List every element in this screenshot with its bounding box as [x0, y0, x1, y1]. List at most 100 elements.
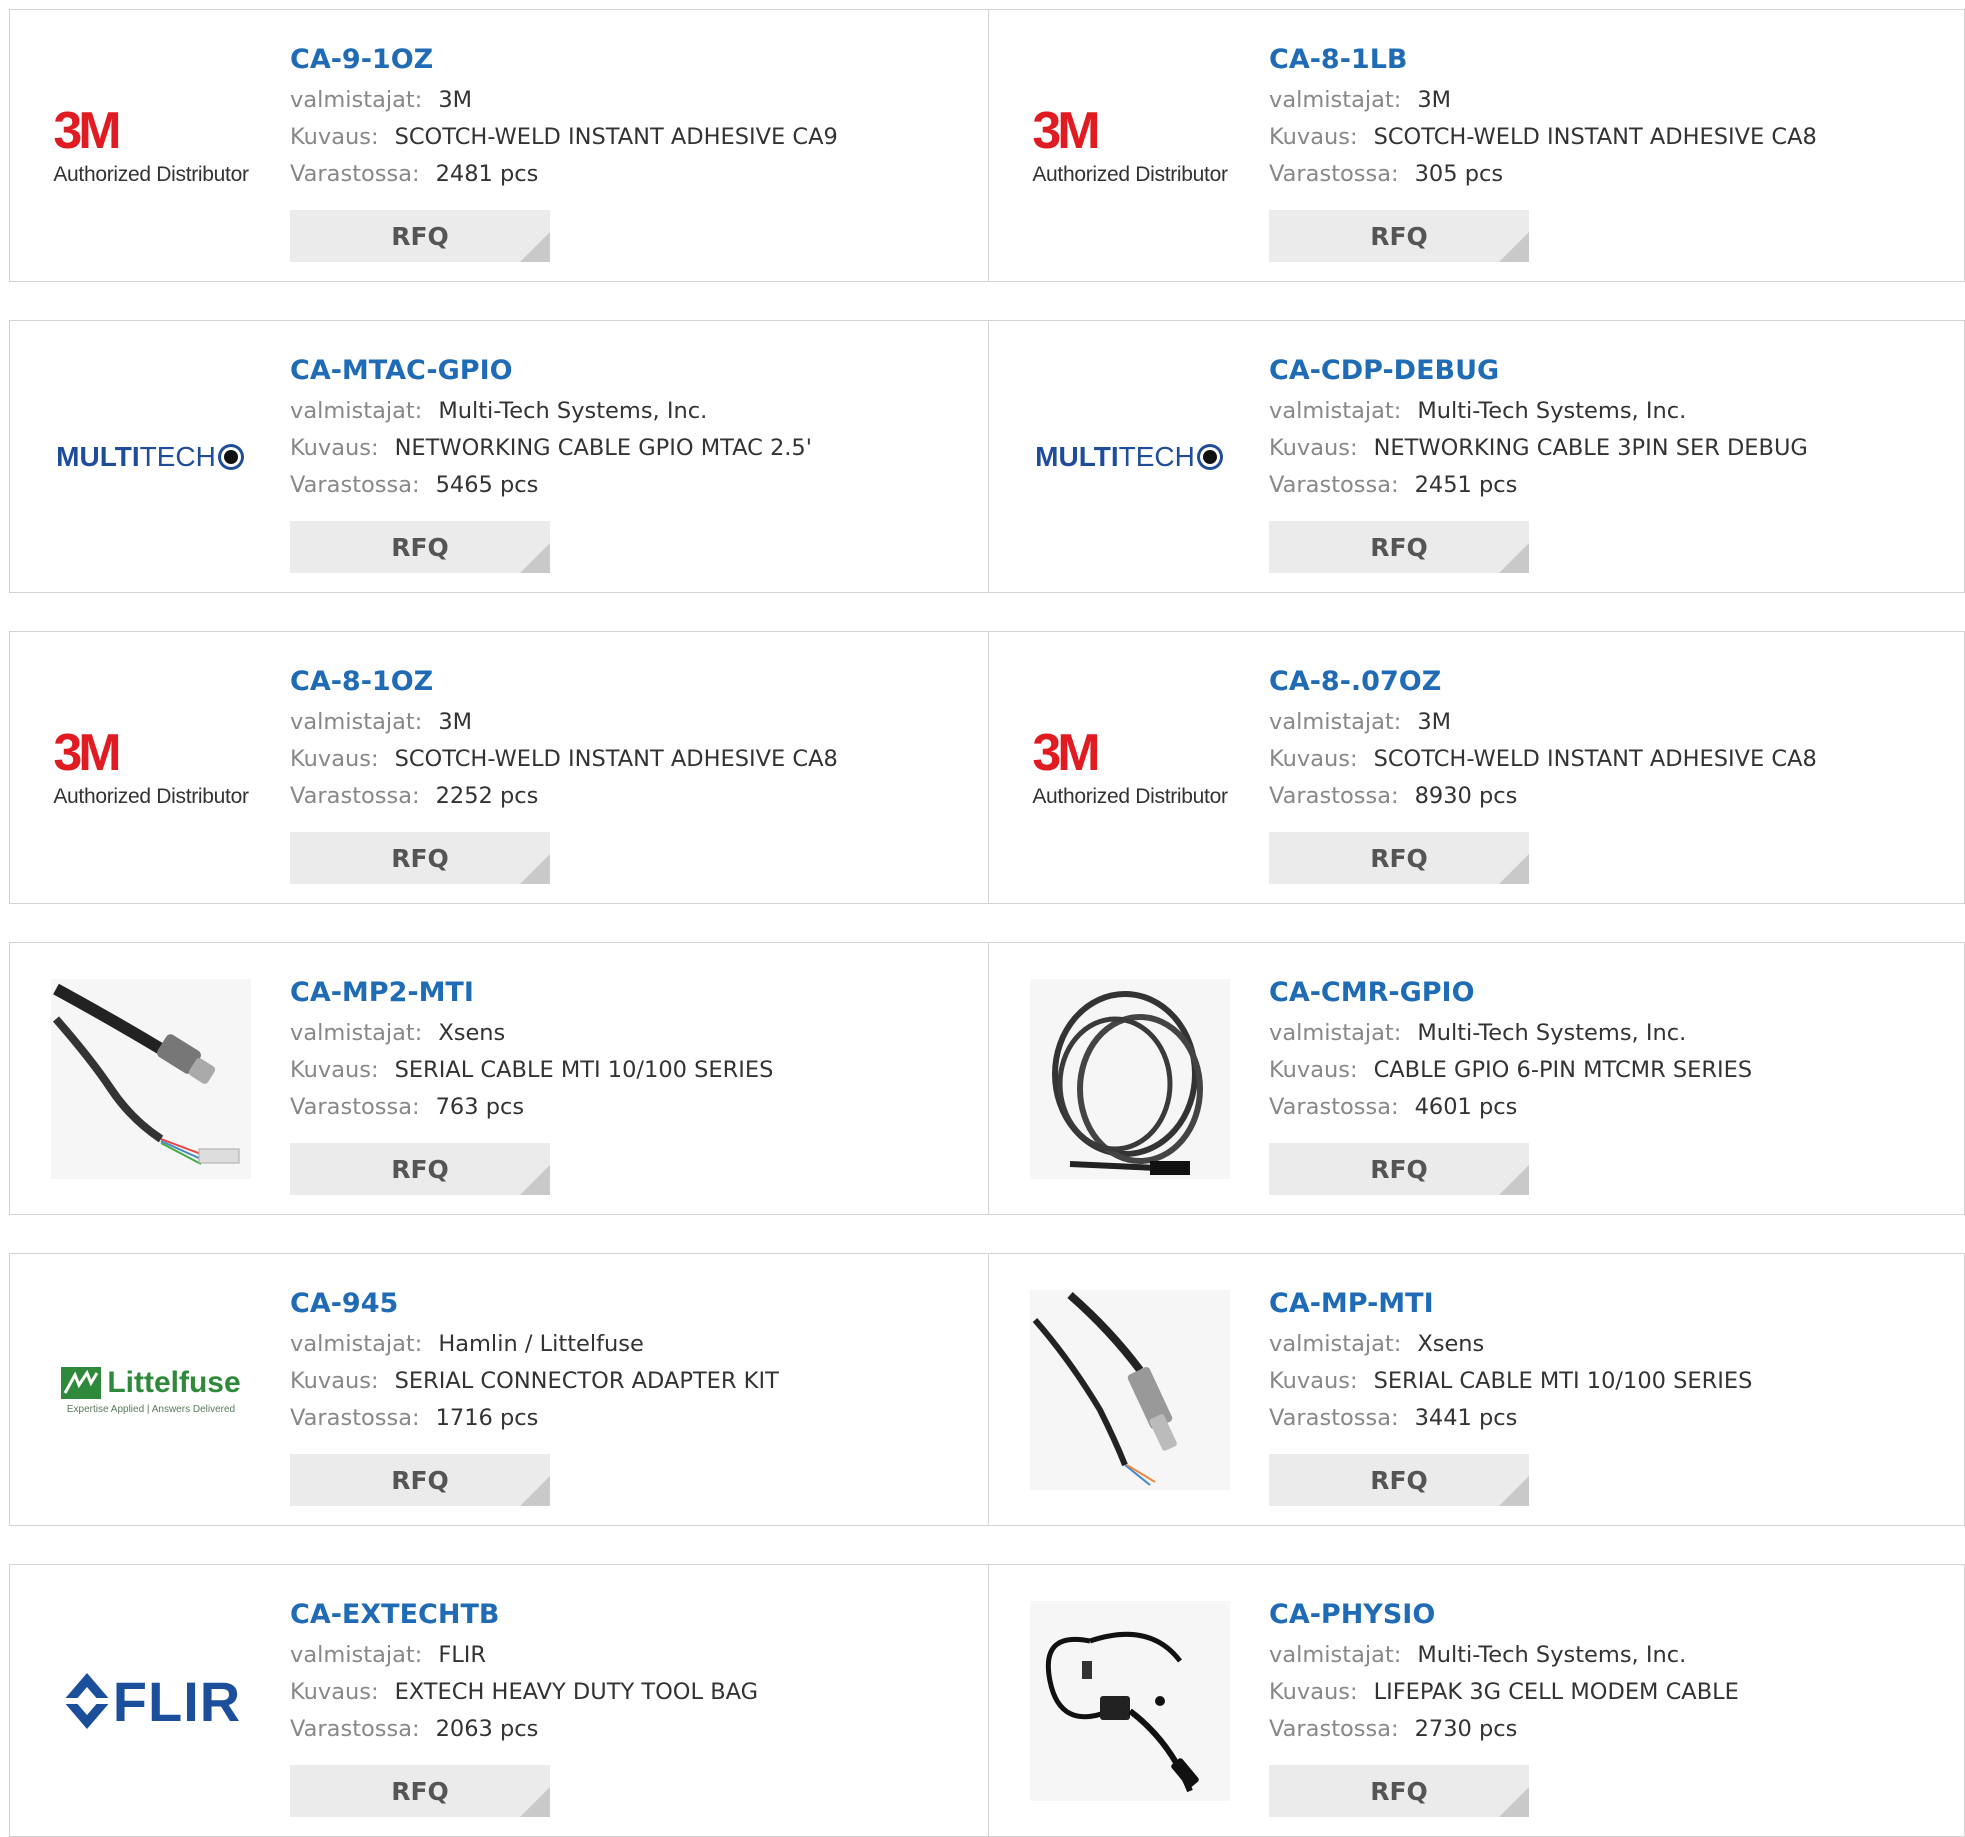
target-circle-icon — [1196, 444, 1223, 470]
description-label: Kuvaus: — [290, 746, 379, 772]
description-value: SCOTCH-WELD INSTANT ADHESIVE CA9 — [394, 124, 838, 150]
description-label: Kuvaus: — [1269, 435, 1358, 461]
rfq-button[interactable]: RFQ — [290, 521, 550, 573]
rfq-label: RFQ — [1370, 532, 1428, 562]
3m-logo[interactable]: 3M Authorized Distributor — [1029, 45, 1231, 247]
manufacturer-label: valmistajat: — [290, 709, 423, 735]
rfq-button[interactable]: RFQ — [290, 1765, 550, 1817]
rfq-button[interactable]: RFQ — [290, 1454, 550, 1506]
part-number-link[interactable]: CA-CDP-DEBUG — [1269, 349, 1808, 393]
description-line: Kuvaus: SERIAL CONNECTOR ADAPTER KIT — [290, 1363, 779, 1400]
multitech-wordmark-multi: MULTI — [56, 441, 140, 472]
rfq-button[interactable]: RFQ — [290, 832, 550, 884]
part-number-link[interactable]: CA-945 — [290, 1282, 779, 1326]
stock-value: 4601 pcs — [1414, 1094, 1518, 1120]
product-card: CA-MP2-MTI valmistajat: Xsens Kuvaus: SERIAL… — [10, 943, 987, 1214]
stock-value: 5465 pcs — [435, 472, 539, 498]
description-value: SERIAL CABLE MTI 10/100 SERIES — [394, 1057, 774, 1083]
cable-photo-b[interactable] — [1029, 1289, 1231, 1491]
part-number-link[interactable]: CA-8-1LB — [1269, 38, 1817, 82]
stock-label: Varastossa: — [290, 472, 420, 498]
manufacturer-value: Xsens — [1417, 1331, 1485, 1357]
part-number-link[interactable]: CA-PHYSIO — [1269, 1593, 1739, 1637]
product-card: 3M Authorized Distributor CA-9-1OZ valmista… — [10, 10, 987, 281]
product-info: CA-9-1OZ valmistajat: 3M Kuvaus: SCOTCH-WELD… — [290, 38, 838, 193]
flir-logo[interactable]: FLIR — [50, 1600, 252, 1802]
part-number-link[interactable]: CA-EXTECHTB — [290, 1593, 758, 1637]
cable-photo-a[interactable] — [50, 978, 252, 1180]
description-line: Kuvaus: NETWORKING CABLE GPIO MTAC 2.5' — [290, 430, 812, 467]
rfq-button[interactable]: RFQ — [290, 1143, 550, 1195]
stock-line: Varastossa: 4601 pcs — [1269, 1089, 1752, 1126]
manufacturer-line: valmistajat: 3M — [290, 704, 838, 741]
part-number-link[interactable]: CA-8-1OZ — [290, 660, 838, 704]
description-value: CABLE GPIO 6-PIN MTCMR SERIES — [1373, 1057, 1753, 1083]
stock-label: Varastossa: — [1269, 472, 1399, 498]
description-line: Kuvaus: SCOTCH-WELD INSTANT ADHESIVE CA8 — [1269, 119, 1817, 156]
3m-logo[interactable]: 3M Authorized Distributor — [50, 667, 252, 869]
modem-cable-image — [1030, 1601, 1230, 1801]
manufacturer-line: valmistajat: 3M — [1269, 704, 1817, 741]
part-number-link[interactable]: CA-MP-MTI — [1269, 1282, 1752, 1326]
rfq-button[interactable]: RFQ — [1269, 521, 1529, 573]
product-info: CA-945 valmistajat: Hamlin / Littelfuse Kuv… — [290, 1282, 779, 1437]
coiled-cable-image — [1030, 979, 1230, 1179]
manufacturer-line: valmistajat: 3M — [1269, 82, 1817, 119]
manufacturer-line: valmistajat: Hamlin / Littelfuse — [290, 1326, 779, 1363]
description-label: Kuvaus: — [1269, 1679, 1358, 1705]
part-number-link[interactable]: CA-MP2-MTI — [290, 971, 773, 1015]
cable-photo-image — [51, 979, 251, 1179]
coiled-cable-photo[interactable] — [1029, 978, 1231, 1180]
multitech-logo[interactable]: MULTI TECH — [50, 356, 252, 558]
manufacturer-label: valmistajat: — [290, 1331, 423, 1357]
littelfuse-wordmark: Littelfuse — [107, 1365, 241, 1399]
stock-label: Varastossa: — [1269, 783, 1399, 809]
corner-triangle-icon — [520, 1165, 550, 1195]
3m-logo[interactable]: 3M Authorized Distributor — [50, 45, 252, 247]
multitech-logo[interactable]: MULTI TECH — [1029, 356, 1231, 558]
part-number-link[interactable]: CA-8-.07OZ — [1269, 660, 1817, 704]
modem-cable-photo[interactable] — [1029, 1600, 1231, 1802]
part-number-link[interactable]: CA-CMR-GPIO — [1269, 971, 1752, 1015]
rfq-label: RFQ — [391, 532, 449, 562]
manufacturer-value: Multi-Tech Systems, Inc. — [1417, 1642, 1687, 1668]
manufacturer-line: valmistajat: Xsens — [290, 1015, 773, 1052]
stock-label: Varastossa: — [1269, 1716, 1399, 1742]
product-card: CA-MP-MTI valmistajat: Xsens Kuvaus: SERIAL … — [988, 1254, 1965, 1525]
description-line: Kuvaus: SCOTCH-WELD INSTANT ADHESIVE CA8 — [290, 741, 838, 778]
description-label: Kuvaus: — [290, 1368, 379, 1394]
manufacturer-value: Hamlin / Littelfuse — [438, 1331, 644, 1357]
description-line: Kuvaus: SERIAL CABLE MTI 10/100 SERIES — [1269, 1363, 1752, 1400]
stock-value: 8930 pcs — [1414, 783, 1518, 809]
description-label: Kuvaus: — [1269, 124, 1358, 150]
stock-label: Varastossa: — [1269, 161, 1399, 187]
stock-value: 305 pcs — [1414, 161, 1504, 187]
manufacturer-line: valmistajat: Xsens — [1269, 1326, 1752, 1363]
rfq-button[interactable]: RFQ — [1269, 1454, 1529, 1506]
authorized-distributor-text: Authorized Distributor — [1032, 163, 1228, 186]
rfq-button[interactable]: RFQ — [1269, 1143, 1529, 1195]
part-number-link[interactable]: CA-9-1OZ — [290, 38, 838, 82]
3m-logo[interactable]: 3M Authorized Distributor — [1029, 667, 1231, 869]
stock-line: Varastossa: 2451 pcs — [1269, 467, 1808, 504]
corner-triangle-icon — [520, 232, 550, 262]
product-card: CA-PHYSIO valmistajat: Multi-Tech Systems,… — [988, 1565, 1965, 1836]
rfq-button[interactable]: RFQ — [290, 210, 550, 262]
multitech-wordmark-tech: TECH — [139, 441, 216, 472]
stock-value: 2252 pcs — [435, 783, 539, 809]
rfq-button[interactable]: RFQ — [1269, 1765, 1529, 1817]
product-row: Littelfuse Expertise Applied | Answers De… — [9, 1253, 1965, 1526]
rfq-button[interactable]: RFQ — [1269, 210, 1529, 262]
corner-triangle-icon — [520, 543, 550, 573]
corner-triangle-icon — [1499, 1476, 1529, 1506]
part-number-link[interactable]: CA-MTAC-GPIO — [290, 349, 812, 393]
product-card: MULTI TECH CA-MTAC-GPIO valmistajat: Multi-T… — [10, 321, 987, 592]
product-row: FLIR CA-EXTECHTB valmistajat: FLIR Kuvaus: EX… — [9, 1564, 1965, 1837]
stock-line: Varastossa: 8930 pcs — [1269, 778, 1817, 815]
manufacturer-value: Multi-Tech Systems, Inc. — [1417, 1020, 1687, 1046]
product-info: CA-CMR-GPIO valmistajat: Multi-Tech System… — [1269, 971, 1752, 1126]
rfq-button[interactable]: RFQ — [1269, 832, 1529, 884]
product-info: CA-EXTECHTB valmistajat: FLIR Kuvaus: EXTECH… — [290, 1593, 758, 1748]
rfq-label: RFQ — [1370, 1465, 1428, 1495]
littelfuse-logo[interactable]: Littelfuse Expertise Applied | Answers De… — [50, 1289, 252, 1491]
